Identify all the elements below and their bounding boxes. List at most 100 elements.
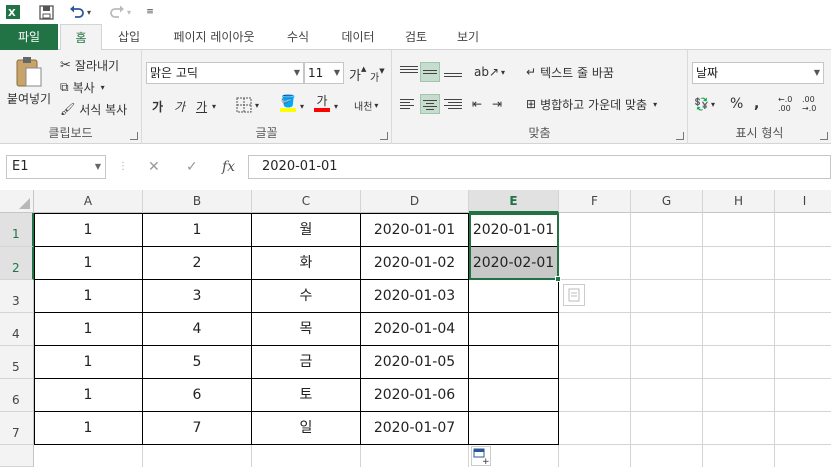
cell-b4[interactable]: 4 [143,313,252,346]
column-header-c[interactable]: C [252,190,361,213]
column-header-b[interactable]: B [143,190,252,213]
tab-page-layout[interactable]: 페이지 레이아웃 [160,24,268,50]
cell-h5[interactable] [703,346,775,379]
cell-a2[interactable]: 1 [34,247,143,280]
row-header-2[interactable]: 2 [0,247,34,280]
cell-h-partial[interactable] [703,445,775,467]
row-header-partial[interactable] [0,445,34,467]
cell-e6[interactable] [469,379,559,412]
italic-button[interactable]: 가 [174,96,185,116]
row-header-3[interactable]: 3 [0,280,34,313]
name-box[interactable]: E1 ▼ [6,155,106,179]
cell-c6[interactable]: 토 [252,379,361,412]
align-left-button[interactable] [400,94,418,114]
select-all-corner[interactable] [0,190,34,213]
column-header-h[interactable]: H [703,190,775,213]
font-name-combobox[interactable]: 맑은 고딕 ▼ [146,62,304,84]
cell-i7[interactable] [775,412,831,445]
cell-b6[interactable]: 6 [143,379,252,412]
cell-h6[interactable] [703,379,775,412]
font-launcher-icon[interactable] [380,132,388,140]
quick-analysis-icon[interactable] [563,284,585,306]
column-header-d[interactable]: D [361,190,469,213]
cell-g7[interactable] [631,412,703,445]
cell-i1[interactable] [775,213,831,247]
wrap-text-button[interactable]: ↵ 텍스트 줄 바꿈 [526,62,614,82]
save-icon[interactable] [36,3,56,21]
cell-g4[interactable] [631,313,703,346]
cell-c1[interactable]: 월 [252,213,361,247]
align-bottom-button[interactable] [444,62,462,82]
alignment-launcher-icon[interactable] [676,132,684,140]
cell-a-partial[interactable] [34,445,143,467]
cell-g3[interactable] [631,280,703,313]
copy-button[interactable]: ⧉ 복사 ▾ [60,78,105,96]
cell-c2[interactable]: 화 [252,247,361,280]
align-center-button[interactable] [420,94,440,114]
cell-h3[interactable] [703,280,775,313]
cell-d6[interactable]: 2020-01-06 [361,379,469,412]
tab-view[interactable]: 보기 [446,24,490,50]
cell-i2[interactable] [775,247,831,280]
borders-button[interactable]: ▾ [236,94,259,116]
cell-a6[interactable]: 1 [34,379,143,412]
number-format-combobox[interactable]: 날짜 ▼ [692,62,824,84]
tab-home[interactable]: 홈 [60,24,102,51]
cell-b7[interactable]: 7 [143,412,252,445]
tab-data[interactable]: 데이터 [330,24,386,50]
number-launcher-icon[interactable] [820,132,828,140]
cell-g6[interactable] [631,379,703,412]
cell-b3[interactable]: 3 [143,280,252,313]
cell-b2[interactable]: 2 [143,247,252,280]
formula-input[interactable]: 2020-01-01 [248,155,831,179]
cell-b1[interactable]: 1 [143,213,252,247]
cell-g1[interactable] [631,213,703,247]
cell-c-partial[interactable] [252,445,361,467]
increase-decimal-button[interactable]: ←.0 .00 [778,92,792,116]
decrease-indent-button[interactable]: ⇤ [472,94,482,114]
cell-d5[interactable]: 2020-01-05 [361,346,469,379]
font-size-combobox[interactable]: 11 ▼ [304,62,344,84]
cell-i-partial[interactable] [775,445,831,467]
cell-e1[interactable]: 2020-01-01 [469,213,559,247]
cell-g5[interactable] [631,346,703,379]
row-header-4[interactable]: 4 [0,313,34,346]
cell-e2[interactable]: 2020-02-01 [469,247,559,280]
merge-center-button[interactable]: ⊞ 병합하고 가운데 맞춤 ▾ [526,94,657,114]
cell-e7[interactable] [469,412,559,445]
row-header-6[interactable]: 6 [0,379,34,412]
cell-h1[interactable] [703,213,775,247]
cell-d1[interactable]: 2020-01-01 [361,213,469,247]
clipboard-launcher-icon[interactable] [130,132,138,140]
customize-qat-icon[interactable]: ≡ [144,3,156,21]
font-color-dropdown[interactable]: ▾ [334,96,338,116]
bold-button[interactable]: 가 [152,96,163,116]
tab-file[interactable]: 파일 [0,24,58,50]
column-header-g[interactable]: G [631,190,703,213]
cell-g2[interactable] [631,247,703,280]
cut-button[interactable]: ✂ 잘라내기 [60,56,119,74]
underline-button[interactable]: 가 [196,96,207,116]
comma-button[interactable]: , [754,94,759,114]
increase-indent-button[interactable]: ⇥ [492,94,502,114]
cell-d2[interactable]: 2020-01-02 [361,247,469,280]
cell-f-partial[interactable] [559,445,631,467]
cell-f1[interactable] [559,213,631,247]
cell-d7[interactable]: 2020-01-07 [361,412,469,445]
column-header-f[interactable]: F [559,190,631,213]
cell-f6[interactable] [559,379,631,412]
format-painter-button[interactable]: 🖌 서식 복사 [60,100,127,118]
cell-d4[interactable]: 2020-01-04 [361,313,469,346]
cell-f4[interactable] [559,313,631,346]
row-header-5[interactable]: 5 [0,346,34,379]
font-color-button[interactable]: 가 [314,94,330,116]
fill-color-dropdown[interactable]: ▾ [300,96,304,116]
tab-review[interactable]: 검토 [394,24,438,50]
paste-button[interactable]: 붙여넣기 [4,56,54,112]
cell-h7[interactable] [703,412,775,445]
cell-c4[interactable]: 목 [252,313,361,346]
align-right-button[interactable] [444,94,462,114]
cell-a4[interactable]: 1 [34,313,143,346]
align-top-button[interactable] [400,62,418,82]
column-header-e[interactable]: E [469,190,559,213]
